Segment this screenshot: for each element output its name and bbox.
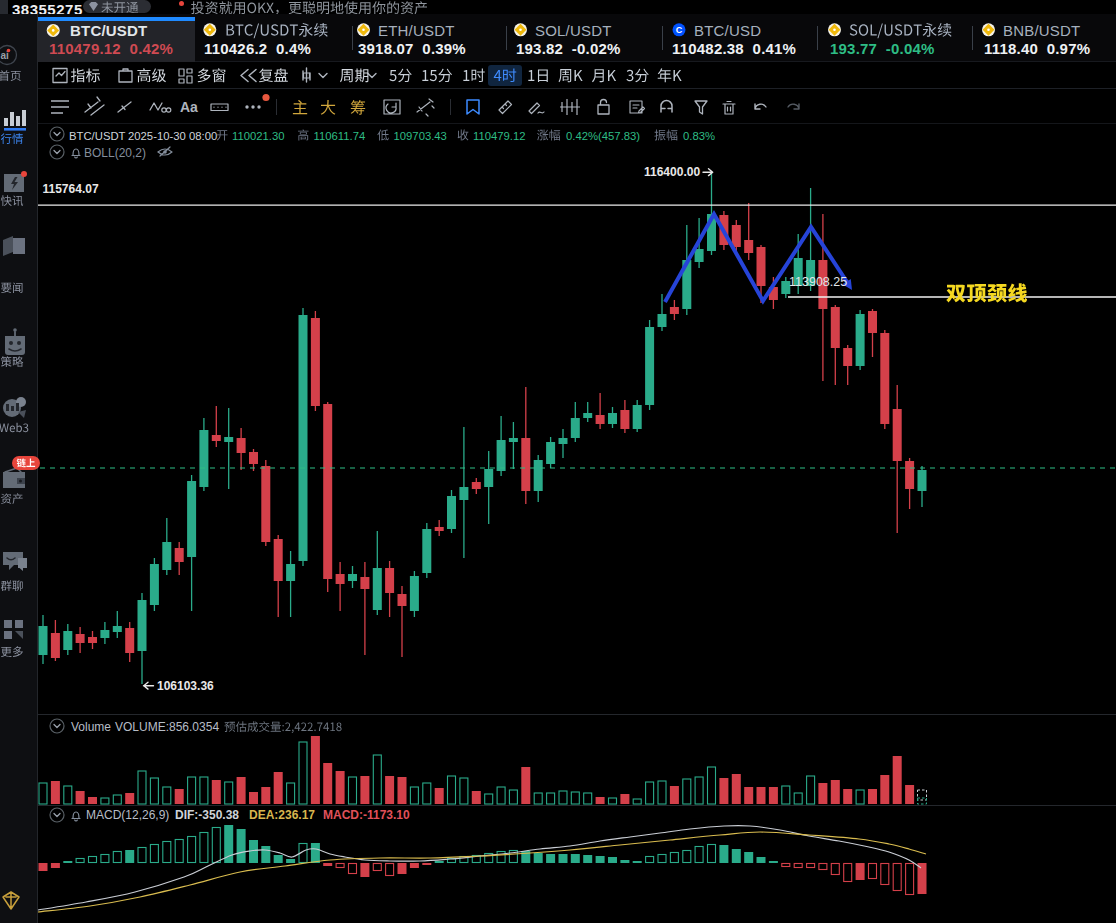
svg-text:110021.30: 110021.30 [232,130,285,142]
svg-text:109703.43: 109703.43 [394,130,447,142]
svg-text:MACD(12,26,9): MACD(12,26,9) [86,808,169,822]
svg-text:113908.25: 113908.25 [789,275,847,289]
svg-text:DIF:-350.38: DIF:-350.38 [175,808,239,822]
svg-text:MACD:-1173.10: MACD:-1173.10 [323,808,410,822]
svg-text:110611.74: 110611.74 [314,130,366,142]
svg-text:BTC/USDT: BTC/USDT [69,130,126,142]
svg-text:VOLUME:856.0354: VOLUME:856.0354 [115,720,219,734]
svg-text:116400.00: 116400.00 [644,165,700,179]
svg-text:Volume: Volume [71,720,111,734]
svg-text:C: C [676,25,683,35]
svg-text:115764.07: 115764.07 [43,182,99,196]
svg-text:106103.36: 106103.36 [157,679,214,693]
svg-text:BOLL(20,2): BOLL(20,2) [84,146,146,160]
svg-text:2025-10-30 08:00: 2025-10-30 08:00 [128,130,217,142]
svg-text:110479.12: 110479.12 [473,130,526,142]
svg-text:0.83%: 0.83% [683,130,715,142]
svg-text:0.42%(457.83): 0.42%(457.83) [566,130,640,142]
svg-text:DEA:236.17: DEA:236.17 [249,808,315,822]
